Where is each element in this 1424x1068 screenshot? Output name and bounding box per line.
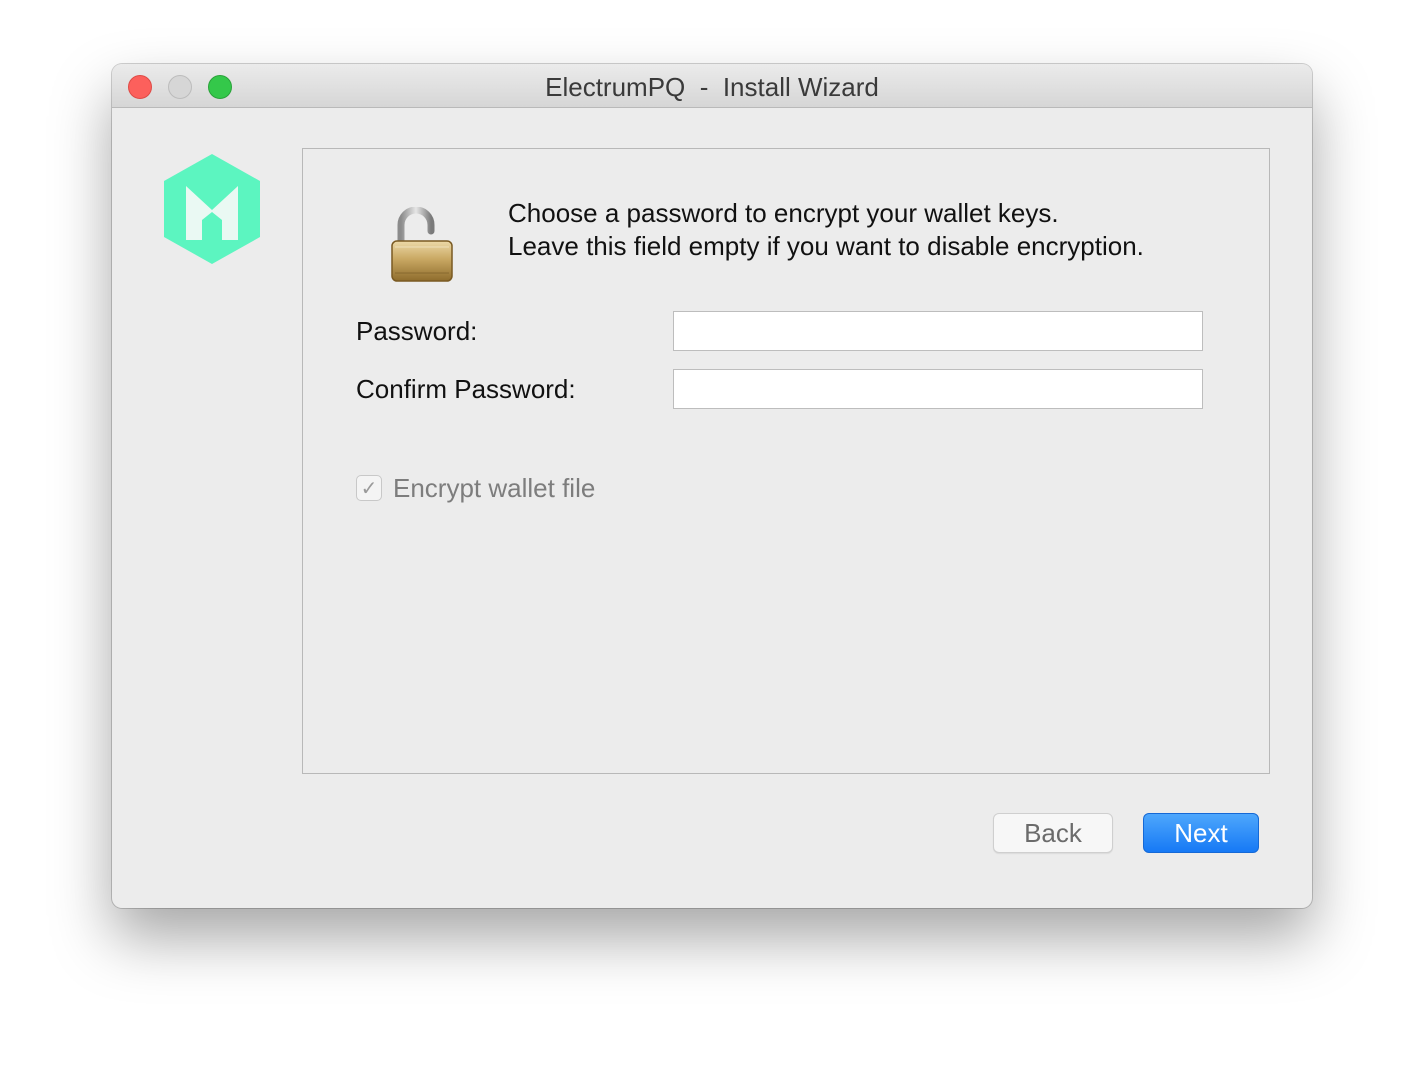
back-button[interactable]: Back [993, 813, 1113, 853]
confirm-password-label: Confirm Password: [356, 374, 576, 404]
window-title: ElectrumPQ - Install Wizard [545, 72, 879, 102]
instruction-line-1: Choose a password to encrypt your wallet… [508, 198, 1059, 228]
unlocked-padlock-icon [391, 207, 453, 282]
password-input[interactable] [673, 311, 1203, 351]
password-label: Password: [356, 316, 478, 346]
electrumpq-logo-icon [164, 154, 260, 264]
next-button[interactable]: Next [1143, 813, 1259, 853]
password-instructions: Choose a password to encrypt your wallet… [508, 197, 1144, 263]
wizard-content-panel: Choose a password to encrypt your wallet… [302, 148, 1270, 774]
confirm-password-input[interactable] [673, 369, 1203, 409]
instruction-line-2: Leave this field empty if you want to di… [508, 231, 1144, 261]
title-bar[interactable]: ElectrumPQ - Install Wizard [112, 64, 1312, 108]
install-wizard-window: ElectrumPQ - Install Wizard Choose a pas… [112, 64, 1312, 908]
encrypt-wallet-checkbox: ✓ [356, 475, 382, 501]
encrypt-wallet-label: Encrypt wallet file [393, 473, 596, 503]
